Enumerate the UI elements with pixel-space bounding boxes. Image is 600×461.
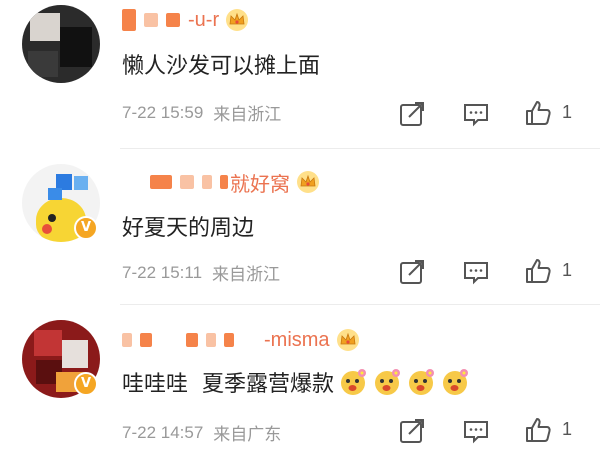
masked-name-part [166,13,180,27]
verified-badge-icon: V [74,216,98,240]
location: 来自浙江 [212,265,281,284]
flower-face-emoji-icon [375,369,400,395]
masked-name-part [150,175,172,189]
divider [120,148,600,149]
timestamp: 7-22 14:57 [122,422,204,442]
comment-icon[interactable] [462,258,490,286]
username-row[interactable]: -misma [122,326,360,354]
username[interactable]: -u-r [188,9,219,32]
username[interactable]: -misma [264,329,330,352]
username-row[interactable]: 就好窝 [150,168,320,196]
masked-name-part [202,175,212,189]
masked-name-part [186,333,198,347]
like-count: 1 [562,102,573,122]
flower-face-emoji-icon [341,369,366,395]
like-count: 1 [562,260,573,280]
avatar[interactable] [22,5,100,83]
timestamp: 7-22 15:11 [122,262,203,282]
like-icon[interactable] [524,416,552,444]
location: 来自浙江 [213,105,282,124]
comment-text: 懒人沙发可以摊上面 [122,54,321,79]
comment-text-row: 哇哇哇 夏季露营爆款 [122,366,470,398]
flower-face-emoji-icon [409,369,434,395]
masked-name-part [180,175,194,189]
share-icon[interactable] [398,100,426,128]
masked-name-part [140,333,152,347]
comment-item: V -misma 哇哇哇 夏季露营爆款 7-22 14:57 来自广东 1 [0,310,600,461]
comment-item: -u-r 懒人沙发可以摊上面 7-22 15:59 来自浙江 1 [0,0,600,154]
comment-icon[interactable] [462,417,490,445]
masked-name-part [122,333,132,347]
timestamp: 7-22 15:59 [122,102,204,122]
like-count: 1 [562,419,573,439]
comment-meta: 7-22 15:11 来自浙江 [122,260,280,285]
masked-name-part [122,9,136,31]
share-icon[interactable] [398,258,426,286]
masked-name-part [206,333,216,347]
comment-meta: 7-22 15:59 来自浙江 [122,100,281,125]
masked-name-part [224,333,234,347]
username[interactable]: 就好窝 [230,168,290,197]
comment-text: 哇哇哇 夏季露营爆款 [122,372,334,397]
location: 来自广东 [213,425,282,444]
share-icon[interactable] [398,417,426,445]
like-icon[interactable] [524,257,552,285]
comment-meta: 7-22 14:57 来自广东 [122,420,281,445]
flower-face-emoji-icon [443,369,468,395]
comment-item: V 就好窝 好夏天的周边 7-22 15:11 来自浙江 1 [0,154,600,308]
comment-text: 好夏天的周边 [122,216,255,241]
masked-name-part [220,175,228,189]
username-row[interactable]: -u-r [122,6,249,34]
crown-icon [297,171,319,193]
divider [120,304,600,305]
verified-badge-icon: V [74,372,98,396]
like-icon[interactable] [524,99,552,127]
crown-icon [226,9,249,31]
crown-icon [336,329,359,351]
comment-icon[interactable] [462,100,490,128]
masked-name-part [144,13,158,27]
